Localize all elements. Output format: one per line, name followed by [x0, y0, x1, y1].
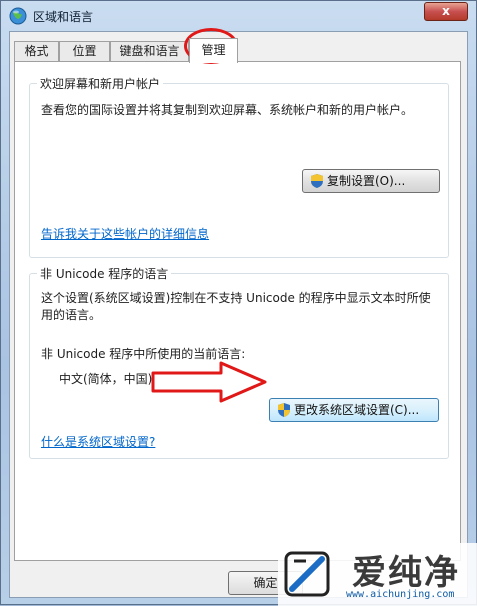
watermark-url: www.aichunjing.com: [346, 589, 455, 600]
region-language-window: 区域和语言 x 格式 位置 键盘和语言 管理 欢迎屏幕和新用户帐户 查看您的国际…: [0, 0, 477, 606]
system-locale-help-link[interactable]: 什么是系统区域设置?: [41, 434, 155, 451]
change-system-locale-button[interactable]: 更改系统区域设置(C)...: [269, 398, 439, 422]
welcome-accounts-link[interactable]: 告诉我关于这些帐户的详细信息: [41, 226, 209, 243]
tab-location[interactable]: 位置: [59, 41, 110, 61]
change-system-locale-label: 更改系统区域设置(C)...: [294, 403, 420, 417]
title-bar[interactable]: 区域和语言 x: [1, 1, 476, 31]
copy-settings-label: 复制设置(O)...: [327, 174, 406, 188]
window-title: 区域和语言: [33, 10, 94, 24]
watermark: 爱纯净 www.aichunjing.com: [278, 543, 477, 606]
welcome-description: 查看您的国际设置并将其复制到欢迎屏幕、系统帐户和新的用户帐户。: [41, 103, 414, 117]
non-unicode-description-line1: 这个设置(系统区域设置)控制在不支持 Unicode 的程序中显示文本时所使: [41, 291, 431, 305]
non-unicode-group-title: 非 Unicode 程序的语言: [37, 265, 172, 282]
globe-icon: [9, 7, 27, 25]
dialog-client-area: 格式 位置 键盘和语言 管理 欢迎屏幕和新用户帐户 查看您的国际设置并将其复制到…: [9, 31, 468, 598]
current-language-value: 中文(简体，中国): [59, 372, 153, 386]
uac-shield-icon: [311, 174, 323, 188]
uac-shield-icon: [278, 403, 290, 417]
non-unicode-description-line2: 用的语言。: [41, 308, 102, 322]
administrative-tab-page: 欢迎屏幕和新用户帐户 查看您的国际设置并将其复制到欢迎屏幕、系统帐户和新的用户帐…: [14, 61, 461, 561]
watermark-logo-icon: [284, 551, 330, 597]
tab-administrative[interactable]: 管理: [189, 38, 238, 63]
tab-keyboards-languages[interactable]: 键盘和语言: [110, 41, 189, 61]
copy-settings-button[interactable]: 复制设置(O)...: [302, 169, 440, 193]
tab-formats[interactable]: 格式: [14, 41, 59, 61]
close-button[interactable]: x: [424, 2, 468, 21]
welcome-screen-group: 欢迎屏幕和新用户帐户 查看您的国际设置并将其复制到欢迎屏幕、系统帐户和新的用户帐…: [29, 75, 449, 258]
watermark-title: 爱纯净: [352, 553, 460, 593]
annotation-arrow-icon: [151, 361, 267, 403]
welcome-group-title: 欢迎屏幕和新用户帐户: [37, 75, 164, 92]
